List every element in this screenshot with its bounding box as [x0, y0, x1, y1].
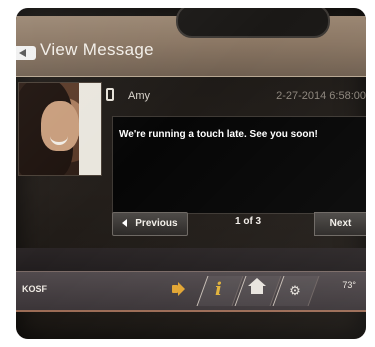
message-body: We're running a touch late. See you soon… — [119, 129, 318, 140]
photo-frame: View Message Amy 2-27-2014 6:58:00 We're… — [0, 0, 375, 347]
back-button[interactable] — [16, 46, 36, 60]
previous-label: Previous — [135, 218, 178, 229]
info-tab-inner: i — [203, 276, 237, 306]
message-meta: Amy 2-27-2014 6:58:00 — [106, 86, 366, 106]
bottom-status-bar: KOSF i ⚙ 73° — [16, 271, 366, 312]
chevron-left-icon — [122, 219, 128, 227]
settings-tab-inner: ⚙ — [279, 276, 313, 306]
message-header: View Message — [16, 8, 366, 77]
infotainment-screen: View Message Amy 2-27-2014 6:58:00 We're… — [16, 8, 366, 339]
volume-tab[interactable] — [143, 276, 202, 306]
volume-tab-inner — [148, 276, 196, 306]
phone-icon — [106, 88, 114, 101]
page-counter: 1 of 3 — [235, 216, 262, 227]
clock-display — [176, 8, 330, 38]
contact-photo — [18, 82, 102, 176]
photo-background — [79, 83, 101, 175]
message-body-box: We're running a touch late. See you soon… — [112, 116, 366, 214]
page-title: View Message — [40, 40, 154, 59]
settings-tab[interactable]: ⚙ — [272, 276, 320, 306]
info-icon: i — [215, 279, 222, 300]
home-tab-inner — [241, 276, 275, 306]
next-button[interactable]: Next — [314, 212, 366, 236]
settings-icon: ⚙ — [289, 283, 301, 298]
previous-button[interactable]: Previous — [112, 212, 188, 236]
outside-temperature: 73° — [342, 280, 356, 290]
message-timestamp: 2-27-2014 6:58:00 — [276, 90, 366, 102]
radio-station: KOSF — [22, 284, 48, 294]
speaker-icon — [172, 285, 178, 293]
message-pager: Previous 1 of 3 Next — [112, 208, 366, 244]
home-icon — [251, 285, 263, 294]
sender-name: Amy — [128, 90, 150, 102]
